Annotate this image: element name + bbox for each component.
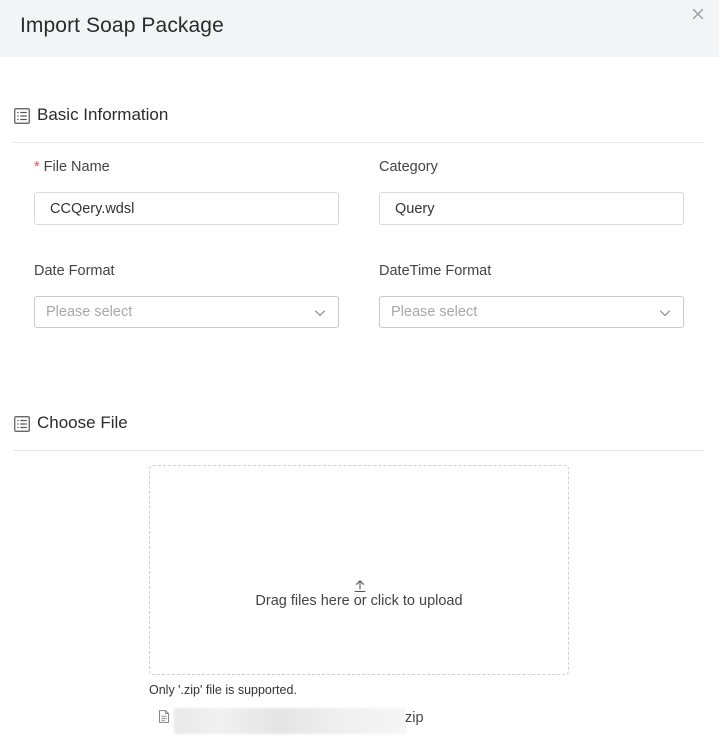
file-icon [159,710,169,723]
upload-dropzone[interactable]: Drag files here or click to upload [149,465,569,675]
file-name-redacted [174,708,406,734]
basic-information-section-header: Basic Information [13,105,704,143]
date-format-select[interactable]: Please select [34,296,339,328]
category-label: Category [379,159,438,175]
chevron-down-icon [659,310,671,317]
basic-information-title: Basic Information [37,105,169,124]
dialog-title: Import Soap Package [20,14,224,37]
dialog-header: Import Soap Package [0,0,719,57]
choose-file-title: Choose File [37,413,128,432]
upload-hint: Only '.zip' file is supported. [149,683,297,697]
chevron-down-icon [314,310,326,317]
required-mark: * [34,159,40,175]
upload-icon [354,580,366,593]
file-name-label: * File Name [34,159,110,175]
category-input[interactable] [379,192,684,225]
date-format-label: Date Format [34,263,115,279]
close-icon [692,8,704,20]
datetime-format-label: DateTime Format [379,263,492,279]
datetime-format-select[interactable]: Please select [379,296,684,328]
choose-file-section-header: Choose File [13,413,704,451]
list-icon [14,416,30,432]
import-soap-package-dialog: Import Soap Package Basic Information * F… [0,0,719,738]
file-name-input[interactable] [34,192,339,225]
file-extension: zip [405,710,424,726]
datetime-format-placeholder: Please select [391,304,478,320]
file-name-label-text: File Name [43,159,110,175]
list-icon [14,108,30,124]
uploaded-file-item[interactable]: zip [156,706,436,734]
date-format-placeholder: Please select [46,304,133,320]
close-button[interactable] [687,3,709,25]
upload-instruction: Drag files here or click to upload [255,593,463,609]
